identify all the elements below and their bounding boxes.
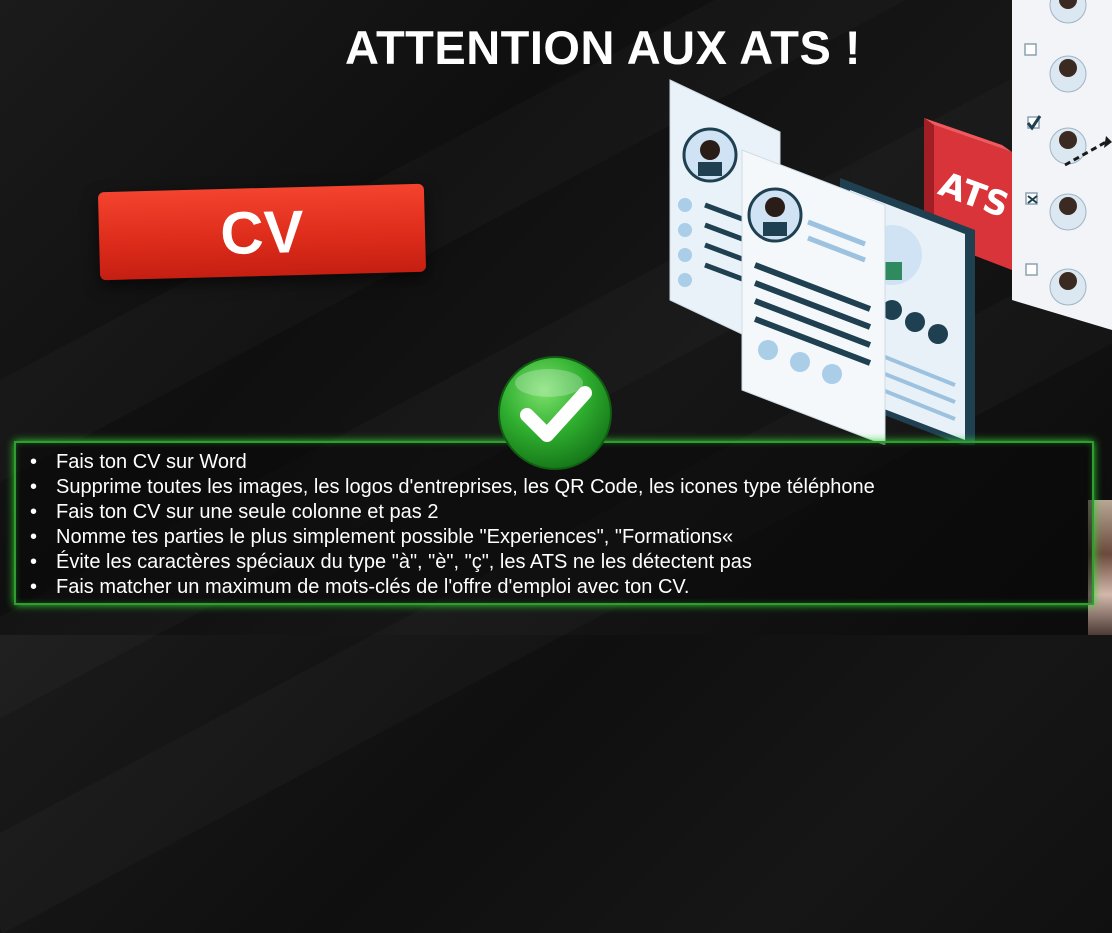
tip-item: Supprime toutes les images, les logos d'… — [30, 475, 1092, 500]
tip-item: Nomme tes parties le plus simplement pos… — [30, 525, 1092, 550]
cv-badge: CV — [97, 183, 427, 281]
check-circle-icon — [498, 356, 612, 470]
tip-item: Évite les caractères spéciaux du type "à… — [30, 550, 1092, 575]
tip-item: Fais ton CV sur une seule colonne et pas… — [30, 500, 1092, 525]
candidate-panel — [1012, 0, 1112, 330]
resume-ats-illustration: ATS — [669, 0, 1112, 445]
tip-item: Fais matcher un maximum de mots-clés de … — [30, 575, 1092, 600]
